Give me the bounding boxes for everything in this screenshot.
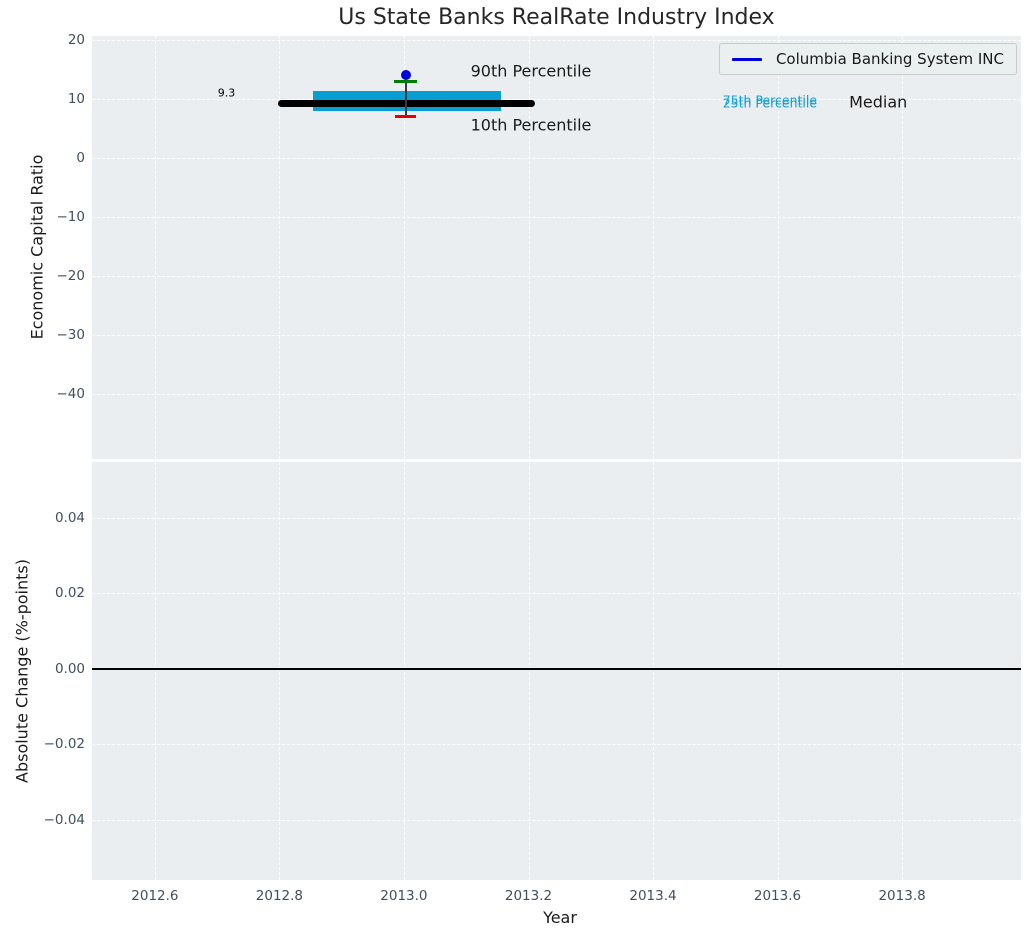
- legend: Columbia Banking System INC: [718, 43, 1017, 75]
- x-tick-label: 2013.0: [380, 888, 428, 904]
- gridline-y-−40: [92, 394, 1021, 396]
- gridline-x-2012.8: [279, 462, 281, 880]
- x-tick-label: 2013.2: [504, 888, 553, 904]
- gridline-x-2013.2: [528, 462, 530, 880]
- chart-title: Us State Banks RealRate Industry Index: [338, 5, 775, 30]
- gridline-y-−0.04: [92, 820, 1021, 821]
- y-tick-label: 0: [76, 150, 85, 166]
- axes-absolute-change: [92, 462, 1021, 880]
- y-tick-label: −0.02: [43, 736, 85, 753]
- p10-label: 10th Percentile: [470, 115, 592, 135]
- y-axis-label-top: Economic Capital Ratio: [27, 154, 47, 340]
- gridline-y-−0.02: [92, 744, 1021, 746]
- gridline-y-0: [92, 158, 1021, 159]
- y-tick-label: 0.02: [54, 585, 85, 602]
- gridline-y-20: [92, 40, 1021, 41]
- gridline-x-2012.6: [154, 462, 156, 880]
- y-tick-label: 20: [67, 32, 85, 48]
- y-tick-label: 10: [67, 91, 85, 107]
- y-tick-label: 0.04: [54, 509, 85, 526]
- y-tick-label: −10: [56, 209, 86, 225]
- industry-whisker-line: [405, 81, 407, 117]
- legend-line-sample: [731, 57, 762, 61]
- gridline-y-0.02: [92, 593, 1021, 595]
- industry-median-line: [278, 99, 536, 107]
- industry-p10-cap: [395, 115, 417, 119]
- y-tick-label: −40: [56, 386, 86, 403]
- axes-economic-capital-ratio: Columbia Banking System INC 9.3 90th Perc…: [92, 36, 1021, 459]
- legend-label: Columbia Banking System INC: [775, 50, 1004, 68]
- x-axis-label: Year: [543, 908, 577, 927]
- y-tick-label: 0.00: [54, 660, 85, 677]
- gridline-y-−20: [92, 276, 1021, 278]
- gridline-y-−30: [92, 335, 1021, 337]
- gridline-x-2013.6: [777, 462, 779, 880]
- y-tick-label: −0.04: [43, 812, 85, 828]
- chart-figure: Us State Banks RealRate Industry Index C…: [0, 0, 1034, 942]
- gridline-x-2013.4: [653, 462, 654, 880]
- x-tick-label: 2013.8: [878, 888, 926, 904]
- company-point-marker: [400, 69, 411, 80]
- y-tick-label: −20: [56, 268, 86, 285]
- gridline-y-−10: [92, 217, 1021, 218]
- gridline-x-2013.0: [403, 462, 405, 880]
- p90-label: 90th Percentile: [470, 61, 592, 81]
- p25-label: 25th Percentile: [722, 95, 818, 111]
- y-axis-label-bottom: Absolute Change (%-points): [12, 559, 32, 783]
- zero-change-line: [92, 667, 1021, 670]
- gridline-y-0.04: [92, 517, 1021, 519]
- industry-p90-cap: [394, 79, 418, 84]
- gridline-x-2013.8: [902, 462, 904, 880]
- median-label: Median: [849, 92, 908, 112]
- median-value-label: 9.3: [217, 86, 236, 100]
- y-tick-label: −30: [56, 327, 86, 344]
- x-tick-label: 2012.6: [131, 888, 179, 904]
- x-tick-label: 2012.8: [255, 888, 304, 904]
- x-tick-label: 2013.4: [629, 888, 677, 904]
- x-tick-label: 2013.6: [753, 888, 802, 904]
